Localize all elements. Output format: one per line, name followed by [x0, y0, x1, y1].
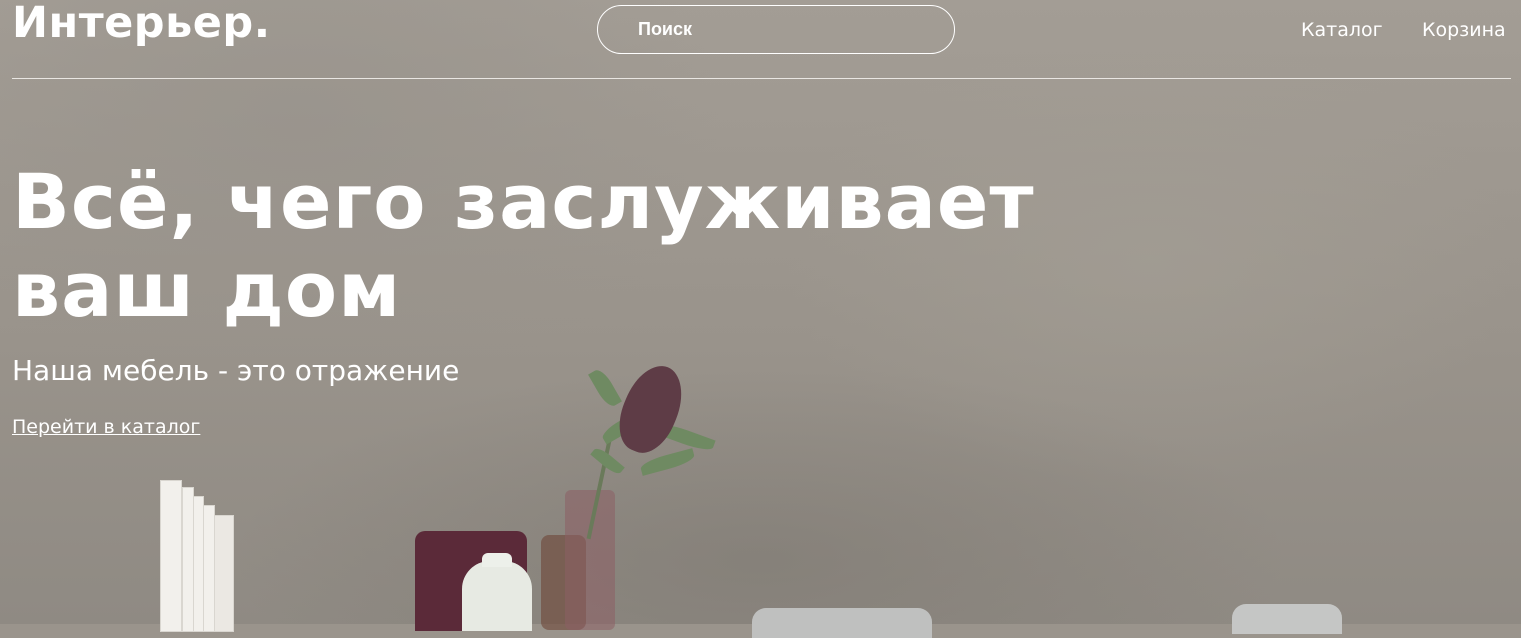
search-label: Поиск: [638, 19, 693, 39]
nav-link-catalog[interactable]: Каталог: [1301, 19, 1383, 41]
hero-headline-line-1: Всё, чего заслуживает: [12, 157, 1035, 246]
hero-subtitle: Наша мебель - это отражение: [12, 354, 460, 387]
nav-link-cart[interactable]: Корзина: [1422, 19, 1506, 41]
pink-glass-vase: [565, 490, 615, 630]
sofa-cushion: [1232, 604, 1342, 634]
white-vase: [462, 553, 532, 631]
catalog-link[interactable]: Перейти в каталог: [12, 416, 200, 438]
hero-headline-line-2: ваш дом: [12, 245, 402, 334]
sofa-cushion: [752, 608, 932, 638]
hero-headline: Всё, чего заслуживает ваш дом: [12, 158, 1035, 334]
header-divider: [12, 78, 1511, 79]
search-input[interactable]: Поиск: [597, 5, 955, 54]
site-logo[interactable]: Интерьер.: [12, 0, 271, 48]
